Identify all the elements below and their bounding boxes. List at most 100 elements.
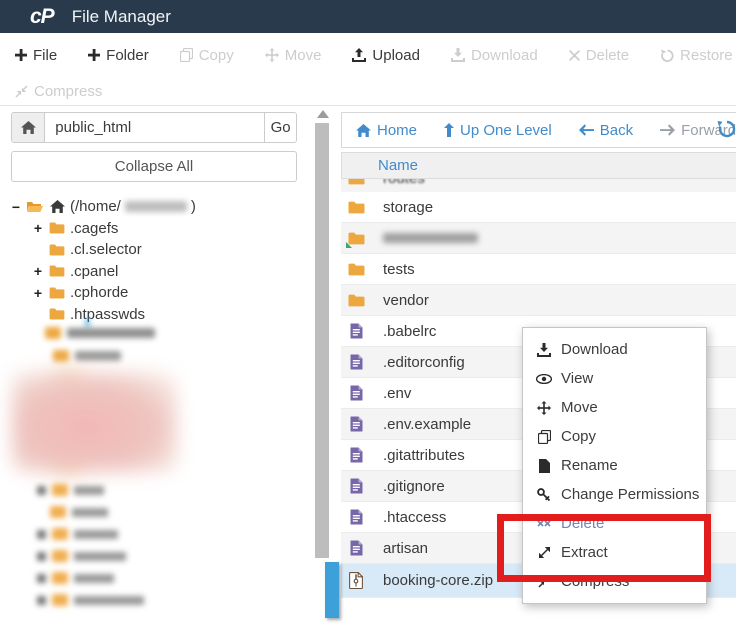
page-title: File Manager [72,7,171,27]
redacted-region [12,372,177,472]
download-icon [451,48,465,62]
file-name: tests [383,261,415,278]
file-name: storage [383,199,433,216]
file-icon [347,385,365,401]
nav-up-one-level-button[interactable]: Up One Level [444,122,552,139]
redacted-tree-item [37,550,126,562]
eye-icon [536,374,552,384]
context-menu-item-download[interactable]: Download [523,335,706,364]
folder-icon [347,294,365,307]
context-menu-item-copy[interactable]: Copy [523,422,706,451]
context-menu-item-rename[interactable]: Rename [523,451,706,480]
scrollbar-thumb[interactable] [315,123,329,558]
table-row-storage[interactable]: storage [341,192,736,223]
partial-file-row[interactable]: routes [341,179,736,192]
expand-icon[interactable]: + [32,285,44,301]
context-menu-item-view[interactable]: View [523,364,706,393]
path-input-group: Go [11,112,297,143]
compress-button[interactable]: Compress [15,83,102,100]
cpanel-logo: cP [30,5,54,29]
upload-icon [352,48,366,62]
redacted-tree-item [37,594,144,606]
tree-item-cagefs[interactable]: + .cagefs [0,218,305,240]
key-icon [536,488,552,502]
file-name: booking-core.zip [383,572,493,589]
move-button[interactable]: Move [265,47,322,64]
tree-item-label: .cagefs [70,220,118,237]
redacted-tree-item [53,350,121,362]
redacted-tree-item [37,528,118,540]
tree-item-label: .cpanel [70,263,118,280]
file-name: routes [383,179,425,187]
move-icon [536,401,552,415]
delete-button[interactable]: Delete [569,47,629,64]
new-folder-button[interactable]: Folder [88,47,149,64]
file-name: .gitattributes [383,447,465,464]
context-menu-item-move[interactable]: Move [523,393,706,422]
plus-icon [15,49,27,61]
expand-icon[interactable]: + [32,220,44,236]
folder-icon [48,244,66,256]
tree-item-cl-selector[interactable]: .cl.selector [0,239,305,261]
tree-item-cphorde[interactable]: + .cphorde [0,282,305,304]
folder-icon [347,263,365,276]
tree-item-home-root[interactable]: − (/home/ ) [0,196,305,218]
upload-button[interactable]: Upload [352,47,420,64]
file-name: .htaccess [383,509,446,526]
folder-icon [347,201,365,214]
file-icon [347,323,365,339]
reload-icon[interactable] [716,120,736,138]
file-name: vendor [383,292,429,309]
collapse-all-button[interactable]: Collapse All [11,151,297,182]
collapse-expander[interactable]: − [10,199,22,215]
copy-button[interactable]: Copy [180,47,234,64]
restore-icon [660,49,674,62]
file-icon [347,478,365,494]
folder-open-icon [26,200,44,213]
column-header-name[interactable]: Name [341,152,736,179]
file-icon [347,416,365,432]
table-row-vendor[interactable]: vendor [341,285,736,316]
restore-button[interactable]: Restore [660,47,733,64]
context-menu-item-extract[interactable]: Extract [523,538,706,567]
table-row-redacted[interactable] [341,223,736,254]
toolbar-row-2: Compress [15,78,102,104]
path-input[interactable] [45,113,264,142]
directory-tree: − (/home/ ) + .cagefs .cl.selector + .cp… [0,196,305,325]
context-menu-item-compress[interactable]: Compress [523,567,706,596]
copy-icon [180,48,193,62]
folder-icon [48,222,66,234]
zip-file-icon [347,572,365,589]
compress-icon [15,85,28,98]
new-file-button[interactable]: File [15,47,57,64]
download-icon [536,343,552,357]
file-icon [347,447,365,463]
file-manager-window: cP File Manager File Folder Copy Move Up… [0,0,736,637]
copy-icon [536,430,552,444]
blue-scroll-indicator[interactable] [325,562,339,618]
file-name: .env.example [383,416,471,433]
folder-icon [347,179,365,185]
expand-icon[interactable]: + [32,263,44,279]
table-row-tests[interactable]: tests [341,254,736,285]
plus-icon [88,49,100,61]
tree-root-label: (/home/ [70,198,121,215]
nav-back-button[interactable]: Back [579,122,633,139]
back-arrow-icon [579,124,594,136]
context-menu-item-delete[interactable]: Delete [523,509,706,538]
download-button[interactable]: Download [451,47,538,64]
forward-arrow-icon [660,124,675,136]
context-menu-item-change-permissions[interactable]: Change Permissions [523,480,706,509]
nav-home-button[interactable]: Home [356,122,417,139]
folder-icon [48,287,66,299]
file-name: .editorconfig [383,354,465,371]
tree-item-htpasswds[interactable]: .htpasswds [0,304,305,326]
home-icon[interactable] [12,113,45,142]
tree-item-cpanel[interactable]: + .cpanel [0,261,305,283]
up-arrow-icon [444,123,454,137]
tree-item-label: .htpasswds [70,306,145,323]
redacted-tree-item [37,484,104,496]
folder-symlink-icon [347,232,365,245]
go-button[interactable]: Go [264,113,296,142]
scrollbar-up-arrow[interactable] [317,110,329,118]
